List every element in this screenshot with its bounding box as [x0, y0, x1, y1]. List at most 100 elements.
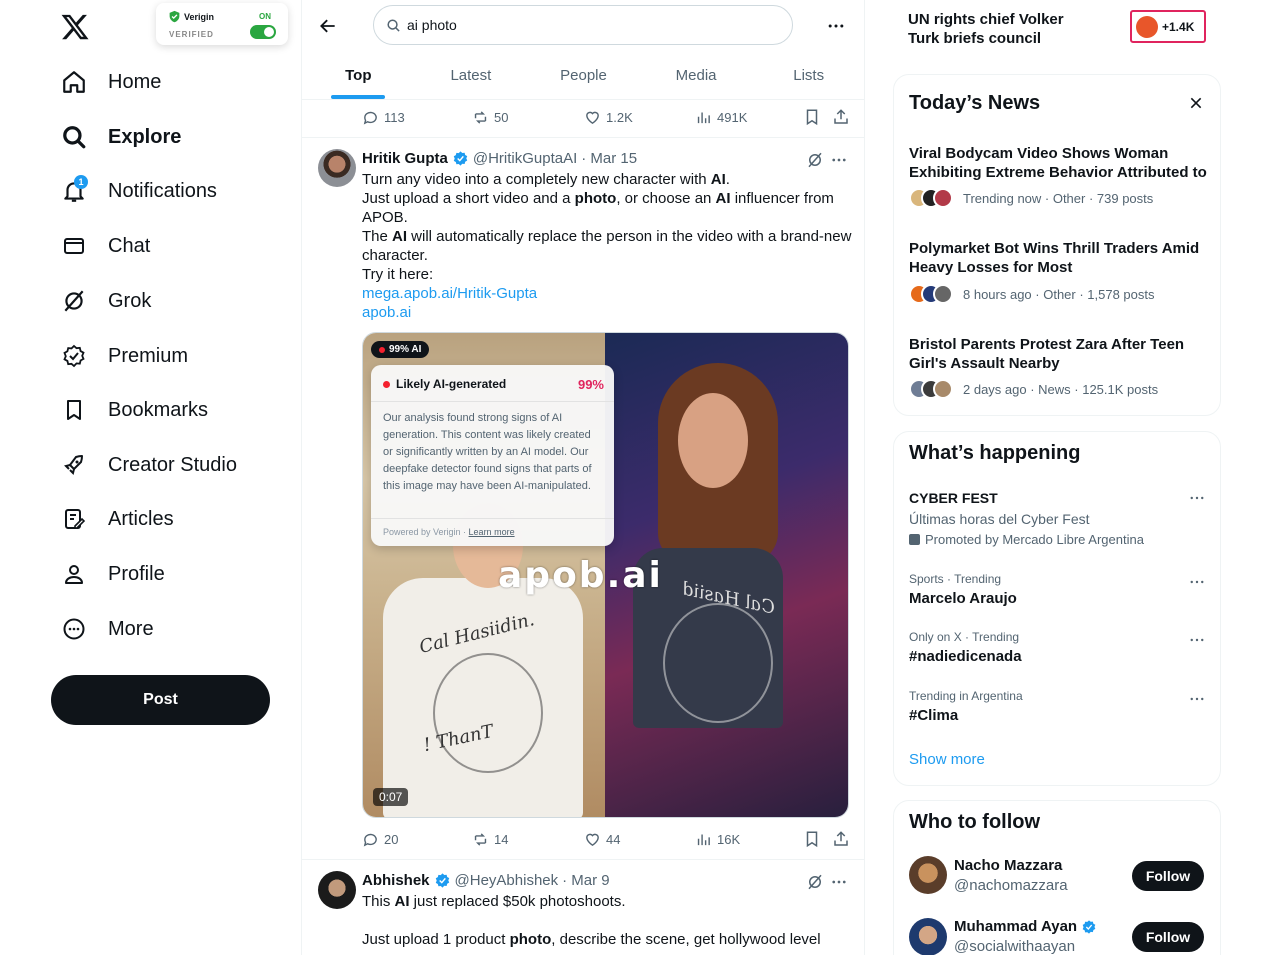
show-more-link[interactable]: Show more: [909, 751, 985, 768]
news-headline[interactable]: UN rights chief Volker Turk briefs counc…: [908, 10, 1098, 48]
tweet-date[interactable]: · Mar 9: [562, 872, 610, 889]
back-arrow-icon[interactable]: [318, 16, 338, 36]
more-options-icon[interactable]: [1188, 573, 1206, 591]
verigin-toggle[interactable]: [250, 25, 276, 39]
trend-name[interactable]: #Clima: [909, 707, 958, 724]
follow-button[interactable]: Follow: [1132, 922, 1204, 952]
views-button[interactable]: 16K: [695, 831, 740, 848]
tab-people[interactable]: People: [527, 52, 640, 99]
nav-profile[interactable]: Profile: [60, 554, 165, 594]
bookmark-icon[interactable]: [803, 108, 821, 126]
shirt-graphic: [663, 603, 773, 723]
verigin-brand-label: Verigin: [184, 11, 215, 22]
user-handle[interactable]: @socialwithaayan: [954, 938, 1075, 955]
nav-creator-studio[interactable]: Creator Studio: [60, 445, 237, 485]
close-icon[interactable]: [1188, 95, 1204, 111]
tweet-video[interactable]: Cal Hasiidin. ! ThanT Cal Hasiid apob.ai…: [362, 332, 849, 818]
share-icon[interactable]: [832, 108, 850, 126]
tab-latest[interactable]: Latest: [415, 52, 528, 99]
ai-score-label: 99% AI: [389, 344, 422, 355]
trend-context: Only on X · Trending: [909, 630, 1020, 644]
views-button[interactable]: 491K: [695, 109, 747, 126]
todays-news-card: Today’s News Viral Bodycam Video Shows W…: [893, 74, 1221, 416]
avatar[interactable]: [909, 856, 947, 894]
news-headline[interactable]: Polymarket Bot Wins Thrill Traders Amid …: [909, 239, 1209, 277]
more-options-icon[interactable]: [1188, 631, 1206, 649]
reply-button[interactable]: 20: [362, 831, 398, 848]
avatar[interactable]: [318, 149, 356, 187]
ai-score-badge[interactable]: 99% AI: [371, 341, 430, 358]
author-handle[interactable]: @HritikGuptaAI: [473, 150, 577, 167]
card-title: Today’s News: [909, 92, 1041, 114]
card-title: What’s happening: [909, 442, 1081, 464]
reply-button[interactable]: 113: [362, 109, 405, 126]
learn-more-link[interactable]: Learn more: [469, 527, 515, 537]
like-button[interactable]: 44: [584, 831, 620, 848]
tweet-line: Just upload a short video and a photo, o…: [362, 190, 834, 226]
repost-button[interactable]: 50: [472, 109, 508, 126]
search-options-icon[interactable]: [826, 16, 846, 36]
news-count-badge[interactable]: +1.4K: [1130, 10, 1206, 43]
grok-icon[interactable]: [806, 151, 824, 169]
trend-name[interactable]: Marcelo Araujo: [909, 590, 1017, 607]
nav-bookmarks[interactable]: Bookmarks: [60, 390, 208, 430]
avatar[interactable]: [318, 871, 356, 909]
bookmark-icon: [60, 396, 88, 424]
author-handle[interactable]: @HeyAbhishek: [455, 872, 559, 889]
search-tabs: Top Latest People Media Lists: [302, 52, 864, 100]
video-duration: 0:07: [373, 788, 409, 806]
share-icon[interactable]: [832, 830, 850, 848]
nav-more[interactable]: More: [60, 609, 154, 649]
nav-grok-label: Grok: [108, 289, 152, 312]
views-count: 491K: [717, 109, 748, 125]
main-column: Top Latest People Media Lists 113 50 1.2…: [302, 0, 865, 955]
search-input[interactable]: [407, 17, 767, 33]
nav-notifications[interactable]: 1 Notifications: [60, 171, 217, 211]
nav-chat[interactable]: Chat: [60, 226, 150, 266]
avatar[interactable]: [909, 918, 947, 955]
more-options-icon[interactable]: [830, 873, 848, 891]
user-handle[interactable]: @nachomazzara: [954, 877, 1068, 894]
nav-creator-studio-label: Creator Studio: [108, 453, 237, 476]
tab-lists[interactable]: Lists: [752, 52, 864, 99]
tab-media[interactable]: Media: [640, 52, 753, 99]
user-name[interactable]: Muhammad Ayan: [954, 918, 1097, 935]
tweet-line: The AI will automatically replace the pe…: [362, 228, 852, 264]
tweet-header: Hritik Gupta @HritikGuptaAI · Mar 15: [362, 150, 637, 167]
author-name[interactable]: Abhishek: [362, 872, 430, 889]
like-button[interactable]: 1.2K: [584, 109, 633, 126]
promo-subtitle[interactable]: Últimas horas del Cyber Fest: [909, 511, 1090, 527]
more-options-icon[interactable]: [830, 151, 848, 169]
tab-top[interactable]: Top: [302, 52, 415, 99]
grok-icon[interactable]: [806, 873, 824, 891]
nav-articles[interactable]: Articles: [60, 499, 174, 539]
promo-title[interactable]: CYBER FEST: [909, 490, 998, 506]
author-name[interactable]: Hritik Gupta: [362, 150, 448, 167]
more-options-icon[interactable]: [1188, 690, 1206, 708]
ai-popup-footer: Powered by Verigin · Learn more: [383, 527, 515, 537]
nav-explore[interactable]: Explore: [60, 117, 181, 157]
tweet-body: This AI just replaced $50k photoshoots. …: [362, 892, 852, 949]
nav-chat-label: Chat: [108, 234, 151, 257]
repost-button[interactable]: 14: [472, 831, 508, 848]
bookmark-icon[interactable]: [803, 830, 821, 848]
rocket-icon: [60, 451, 88, 479]
tweet-date[interactable]: · Mar 15: [581, 150, 637, 167]
post-button[interactable]: Post: [51, 675, 270, 725]
verigin-extension-widget: Verigin VERIFIED ON: [156, 3, 288, 45]
news-headline[interactable]: Bristol Parents Protest Zara After Teen …: [909, 335, 1209, 373]
x-logo-icon[interactable]: [60, 12, 90, 42]
tweet-link[interactable]: mega.apob.ai/Hritik-Gupta: [362, 284, 852, 303]
nav-premium[interactable]: Premium: [60, 336, 188, 376]
more-options-icon[interactable]: [1188, 489, 1206, 507]
user-name[interactable]: Nacho Mazzara: [954, 857, 1062, 874]
nav-bookmarks-label: Bookmarks: [108, 398, 209, 421]
more-circle-icon: [60, 615, 88, 643]
trend-name[interactable]: #nadiedicenada: [909, 648, 1022, 665]
tweet-link[interactable]: apob.ai: [362, 303, 852, 322]
nav-home[interactable]: Home: [60, 62, 161, 102]
face-right: [678, 393, 748, 488]
nav-grok[interactable]: Grok: [60, 281, 151, 321]
follow-button[interactable]: Follow: [1132, 861, 1204, 891]
search-bar[interactable]: [373, 5, 793, 45]
